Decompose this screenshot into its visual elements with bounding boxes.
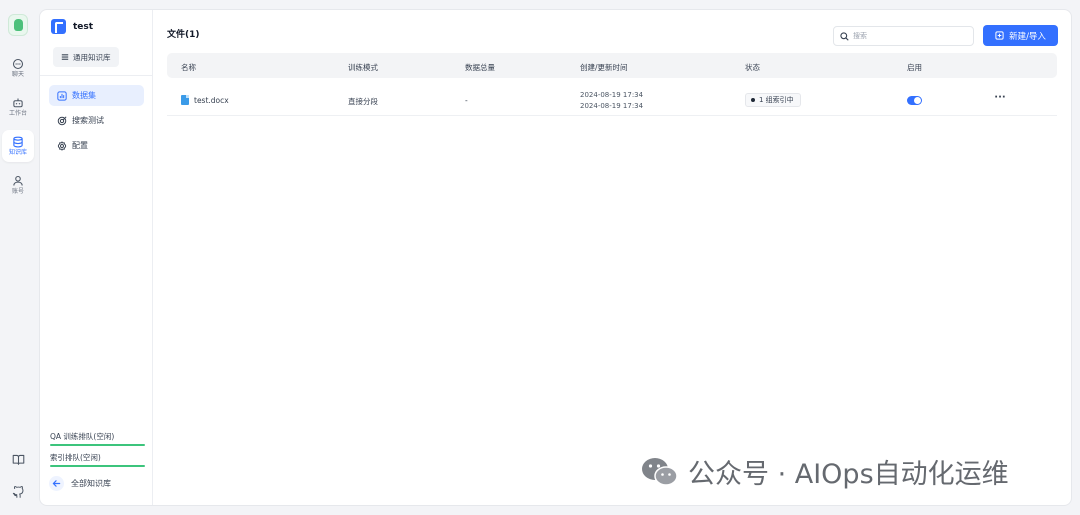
rail-item-chat[interactable]: 聊天 bbox=[2, 52, 34, 84]
col-header-name[interactable]: 名称 bbox=[181, 62, 196, 73]
wechat-logo bbox=[642, 457, 678, 486]
col-header-mode[interactable]: 训练模式 bbox=[348, 62, 378, 73]
enable-toggle[interactable] bbox=[907, 96, 922, 105]
back-label: 全部知识库 bbox=[71, 479, 111, 488]
search-input[interactable]: 搜索 bbox=[833, 26, 974, 46]
more-options-button[interactable]: ··· bbox=[993, 92, 1007, 106]
updated-time: 2024-08-19 17:34 bbox=[580, 102, 644, 110]
nav-item-label: 数据集 bbox=[72, 91, 96, 100]
index-queue-status: 索引排队(空闲) bbox=[50, 452, 145, 467]
rail-item-label: 聊天 bbox=[11, 71, 24, 78]
import-icon bbox=[995, 31, 1004, 40]
kb-type-badge[interactable]: 通用知识库 bbox=[53, 47, 119, 67]
created-time: 2024-08-19 17:34 bbox=[580, 91, 644, 99]
kb-name: test bbox=[73, 21, 94, 32]
search-test-icon bbox=[57, 115, 67, 125]
index-queue-bar bbox=[50, 465, 145, 467]
search-icon bbox=[840, 31, 849, 41]
col-header-enabled[interactable]: 启用 bbox=[907, 62, 922, 73]
col-header-time[interactable]: 创建/更新时间 bbox=[580, 62, 628, 73]
github-button[interactable] bbox=[8, 482, 28, 502]
rail-item-account[interactable]: 账号 bbox=[2, 169, 34, 201]
list-icon bbox=[61, 54, 69, 60]
user-icon bbox=[13, 175, 23, 186]
col-header-status[interactable]: 状态 bbox=[745, 62, 760, 73]
divider bbox=[40, 75, 153, 76]
status-badge: 1 组索引中 bbox=[745, 93, 801, 107]
rail-item-label: 账号 bbox=[11, 188, 24, 195]
watermark-text: 公众号 · AIOps自动化运维 bbox=[688, 459, 1009, 490]
new-import-button[interactable]: 新建/导入 bbox=[983, 25, 1058, 46]
file-name[interactable]: test.docx bbox=[194, 96, 229, 105]
data-total: - bbox=[465, 96, 468, 105]
qa-queue-status: QA 训练排队(空闲) bbox=[50, 431, 145, 446]
github-icon bbox=[12, 485, 23, 498]
knowledge-base-card: test 通用知识库 数据集 搜索测试 配置 QA 训练排队(空闲) 索引排队(… bbox=[39, 9, 1072, 506]
search-placeholder: 搜索 bbox=[853, 32, 867, 40]
table-row[interactable]: test.docx 直接分段 - 2024-08-19 17:34 2024-0… bbox=[167, 84, 1057, 116]
col-header-total[interactable]: 数据总量 bbox=[465, 62, 495, 73]
status-label: 1 组索引中 bbox=[759, 96, 794, 104]
arrow-left-icon bbox=[52, 480, 61, 487]
nav-item-settings[interactable]: 配置 bbox=[49, 135, 144, 156]
kb-header: test bbox=[51, 19, 93, 34]
qa-queue-bar bbox=[50, 444, 145, 446]
index-queue-label: 索引排队(空闲) bbox=[50, 453, 101, 462]
nav-item-label: 配置 bbox=[72, 141, 88, 150]
status-dot bbox=[751, 98, 755, 102]
rail-item-label: 工作台 bbox=[8, 110, 27, 117]
time-cell: 2024-08-19 17:34 2024-08-19 17:34 bbox=[580, 90, 643, 112]
rail-item-label: 知识库 bbox=[8, 149, 27, 156]
left-rail: 聊天 工作台 知识库 账号 bbox=[0, 0, 36, 515]
nav-item-label: 搜索测试 bbox=[72, 116, 104, 125]
nav-item-search-test[interactable]: 搜索测试 bbox=[49, 110, 144, 131]
dataset-icon bbox=[57, 90, 67, 101]
back-icon-wrap bbox=[49, 476, 64, 491]
settings-icon bbox=[57, 140, 67, 151]
kb-sidebar: test 通用知识库 数据集 搜索测试 配置 QA 训练排队(空闲) 索引排队(… bbox=[40, 10, 153, 505]
main-content: 文件(1) 搜索 新建/导入 名称 训练模式 数据总量 创建/更新时间 状态 启… bbox=[154, 10, 1071, 505]
database-icon bbox=[13, 136, 23, 148]
table-header: 名称 训练模式 数据总量 创建/更新时间 状态 启用 bbox=[167, 53, 1057, 78]
book-icon bbox=[12, 454, 24, 465]
chat-icon bbox=[12, 58, 24, 70]
back-to-all-kb-button[interactable]: 全部知识库 bbox=[49, 476, 111, 491]
nav-item-dataset[interactable]: 数据集 bbox=[49, 85, 144, 106]
kb-avatar bbox=[51, 19, 66, 34]
docs-button[interactable] bbox=[8, 449, 28, 469]
training-mode: 直接分段 bbox=[348, 97, 378, 106]
rail-item-knowledge-base[interactable]: 知识库 bbox=[2, 130, 34, 162]
robot-icon bbox=[13, 98, 23, 108]
kb-type-label: 通用知识库 bbox=[73, 52, 111, 62]
watermark: 公众号 · AIOps自动化运维 bbox=[640, 452, 1009, 491]
docx-file-icon bbox=[181, 95, 189, 105]
page-title: 文件(1) bbox=[167, 30, 200, 40]
rail-item-workbench[interactable]: 工作台 bbox=[2, 91, 34, 123]
qa-queue-label: QA 训练排队(空闲) bbox=[50, 432, 115, 441]
new-import-label: 新建/导入 bbox=[1009, 31, 1046, 42]
app-logo[interactable] bbox=[8, 14, 28, 36]
